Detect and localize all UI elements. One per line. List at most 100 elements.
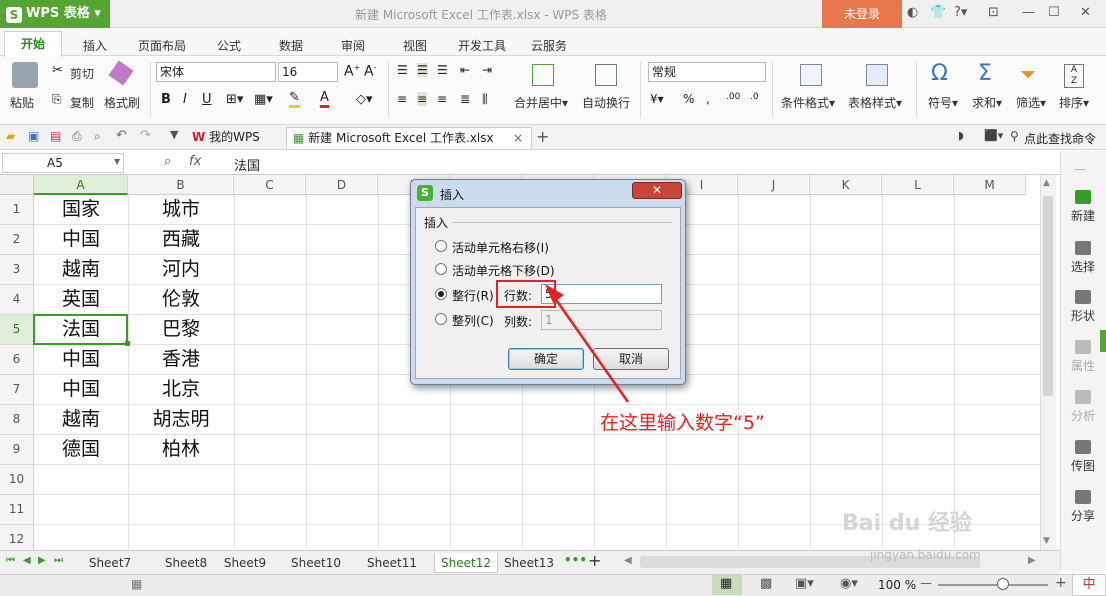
font-size-select[interactable]: 16 [278,62,338,82]
paste-icon[interactable] [12,62,38,88]
column-header-a[interactable]: A [34,175,128,195]
d-icon[interactable]: ◗ [958,129,964,142]
thousands-icon[interactable]: , [706,92,710,106]
tab-document[interactable]: ▦ 新建 Microsoft Excel 工作表.xlsx × [286,127,532,149]
sum-button[interactable]: 求和▾ [972,94,1002,111]
radio-shift-down[interactable] [435,263,447,275]
cell-b3[interactable]: 河内 [128,255,234,285]
align-right-icon[interactable]: ≡ [437,92,447,106]
wrap-text-button[interactable]: 自动换行 [582,94,630,111]
copy-button[interactable]: 复制 [70,94,94,111]
name-box[interactable]: A5 [2,153,124,173]
print-icon[interactable]: ⎙ [72,129,82,144]
row-header[interactable]: 5 [0,315,34,345]
cell-b5[interactable]: 巴黎 [128,315,234,345]
sheet-tab-sheet11[interactable]: Sheet11 [354,553,430,573]
conditional-format-button[interactable]: 条件格式▾ [781,94,835,111]
shirt-icon[interactable]: 👕 [930,5,946,20]
font-color-icon[interactable]: A [320,90,329,108]
maximize-button[interactable]: ☐ [1048,5,1060,20]
name-box-dropdown-icon[interactable]: ▼ [114,157,120,166]
tab-cloud[interactable]: 云服务 [531,37,567,54]
radio-entire-column[interactable] [435,313,447,325]
app-menu-button[interactable]: S WPS 表格 ▾ [0,0,110,28]
column-header-d[interactable]: D [306,175,378,195]
reading-mode-icon[interactable]: ▣▾ [795,576,814,591]
highlight-icon[interactable]: ✎ [289,90,300,108]
undo-icon[interactable]: ↶ [116,128,127,143]
tab-page-layout[interactable]: 页面布局 [138,37,186,54]
border-icon[interactable]: ⊞▾ [226,92,243,107]
help-icon[interactable]: ?▾ [954,5,967,20]
align-top-icon[interactable]: ☰ [397,63,408,77]
tab-developer[interactable]: 开发工具 [458,37,506,54]
row-header[interactable]: 4 [0,285,34,315]
cell-fill-icon[interactable]: ▦▾ [254,92,273,107]
column-header-b[interactable]: B [128,175,234,195]
shrink-font-icon[interactable]: A- [364,63,376,80]
zoom-slider-handle[interactable] [997,578,1009,590]
radio-shift-down-label[interactable]: 活动单元格下移(D) [452,262,555,279]
radio-entire-row-label[interactable]: 整行(R) [452,287,494,304]
skin-icon[interactable]: ◐ [907,5,918,20]
filter-button[interactable]: 筛选▾ [1016,94,1046,111]
format-painter-button[interactable]: 格式刷 [104,94,140,111]
cell-b11[interactable] [128,495,234,525]
align-center-icon[interactable]: ≡ [417,92,428,106]
tab-mywps[interactable]: W 我的WPS [186,127,286,149]
sheet-tab-sheet10[interactable]: Sheet10 [281,553,351,573]
pdf-icon[interactable]: ▤ [50,129,61,143]
cell-a2[interactable]: 中国 [34,225,128,255]
sort-button[interactable]: 排序▾ [1059,94,1089,111]
align-middle-icon[interactable]: ☰ [417,63,428,77]
prev-sheet-icon[interactable]: ◀ [23,555,31,566]
cell-b2[interactable]: 西藏 [128,225,234,255]
side-item-analysis[interactable]: 分析 [1060,390,1106,424]
cell-b9[interactable]: 柏林 [128,435,234,465]
scroll-up-icon[interactable]: ▲ [1043,178,1050,188]
row-header[interactable]: 8 [0,405,34,435]
row-header[interactable]: 1 [0,195,34,225]
zoom-search-icon[interactable]: ⌕ [164,154,171,169]
side-panel-toggle-icon[interactable]: — [1074,162,1086,176]
cell-b1[interactable]: 城市 [128,195,234,225]
currency-icon[interactable]: ¥▾ [650,92,664,106]
page-break-view-icon[interactable]: ▩ [760,576,772,591]
hscroll-right-icon[interactable]: ▶ [1028,555,1036,566]
percent-icon[interactable]: % [683,92,694,106]
cut-button[interactable]: 剪切 [70,65,94,82]
side-item-upload-image[interactable]: 传图 [1060,440,1106,474]
ime-indicator[interactable]: 中 [1072,574,1106,596]
cell-a3[interactable]: 越南 [34,255,128,285]
first-sheet-icon[interactable]: ⏮ [6,555,15,566]
vertical-scroll-thumb[interactable] [1043,196,1053,396]
dialog-close-button[interactable]: ✕ [632,182,682,199]
sheet-tab-sheet9[interactable]: Sheet9 [214,553,276,573]
next-sheet-icon[interactable]: ▶ [38,555,46,566]
add-sheet-icon[interactable]: + [588,551,601,570]
side-item-select[interactable]: 选择 [1060,241,1106,275]
find-command-field[interactable]: 点此查找命令 [1024,130,1096,147]
cell-a8[interactable]: 越南 [34,405,128,435]
radio-entire-column-label[interactable]: 整列(C) [452,312,494,329]
paste-button[interactable]: 粘贴 [10,94,34,111]
tab-formulas[interactable]: 公式 [217,37,241,54]
column-header-l[interactable]: L [882,175,954,195]
close-tab-icon[interactable]: × [513,128,523,148]
merge-center-button[interactable]: 合并居中▾ [514,94,568,111]
restore-icon[interactable]: ⊡ [988,5,999,20]
side-item-share[interactable]: 分享 [1060,490,1106,524]
cell-a1[interactable]: 国家 [34,195,128,225]
scroll-down-icon[interactable]: ▼ [1043,536,1050,546]
radio-entire-row[interactable] [435,288,447,300]
sheet-tab-sheet7[interactable]: Sheet7 [76,553,144,573]
font-name-select[interactable]: 宋体 [156,62,276,82]
column-header-c[interactable]: C [234,175,306,195]
last-sheet-icon[interactable]: ⏭ [54,555,63,566]
new-tab-icon[interactable]: + [536,127,549,146]
increase-decimal-icon[interactable]: .00 [726,92,740,102]
tab-view[interactable]: 视图 [403,37,427,54]
side-item-properties[interactable]: 属性 [1060,340,1106,374]
column-header-k[interactable]: K [810,175,882,195]
row-header[interactable]: 11 [0,495,34,525]
